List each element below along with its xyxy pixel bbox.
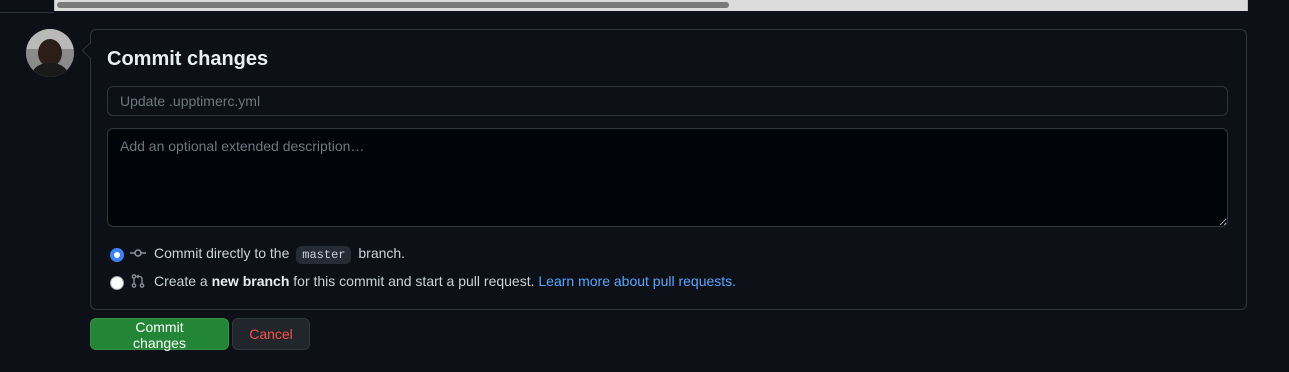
avatar [26,29,74,77]
new-branch-option[interactable]: Create a new branch for this commit and … [110,270,736,292]
new-branch-label: Create a new branch for this commit and … [154,273,737,289]
scrollbar-thumb[interactable] [57,2,729,8]
git-commit-icon [130,245,146,261]
new-branch-radio[interactable] [110,276,124,290]
commit-direct-label: Commit directly to the master branch. [154,244,406,264]
branch-name: master [296,245,352,264]
learn-more-link[interactable]: Learn more about pull requests. [538,273,736,289]
commit-direct-option[interactable]: Commit directly to the master branch. [110,242,405,264]
horizontal-scrollbar[interactable] [54,0,1248,11]
header-border [0,0,54,13]
git-pull-request-icon [130,273,146,289]
commit-form-title: Commit changes [107,48,269,70]
commit-description-textarea[interactable] [107,128,1228,227]
cancel-button[interactable]: Cancel [232,318,310,350]
commit-direct-radio[interactable] [110,248,124,262]
commit-summary-input[interactable] [107,86,1228,116]
commit-changes-button[interactable]: Commit changes [90,318,229,351]
